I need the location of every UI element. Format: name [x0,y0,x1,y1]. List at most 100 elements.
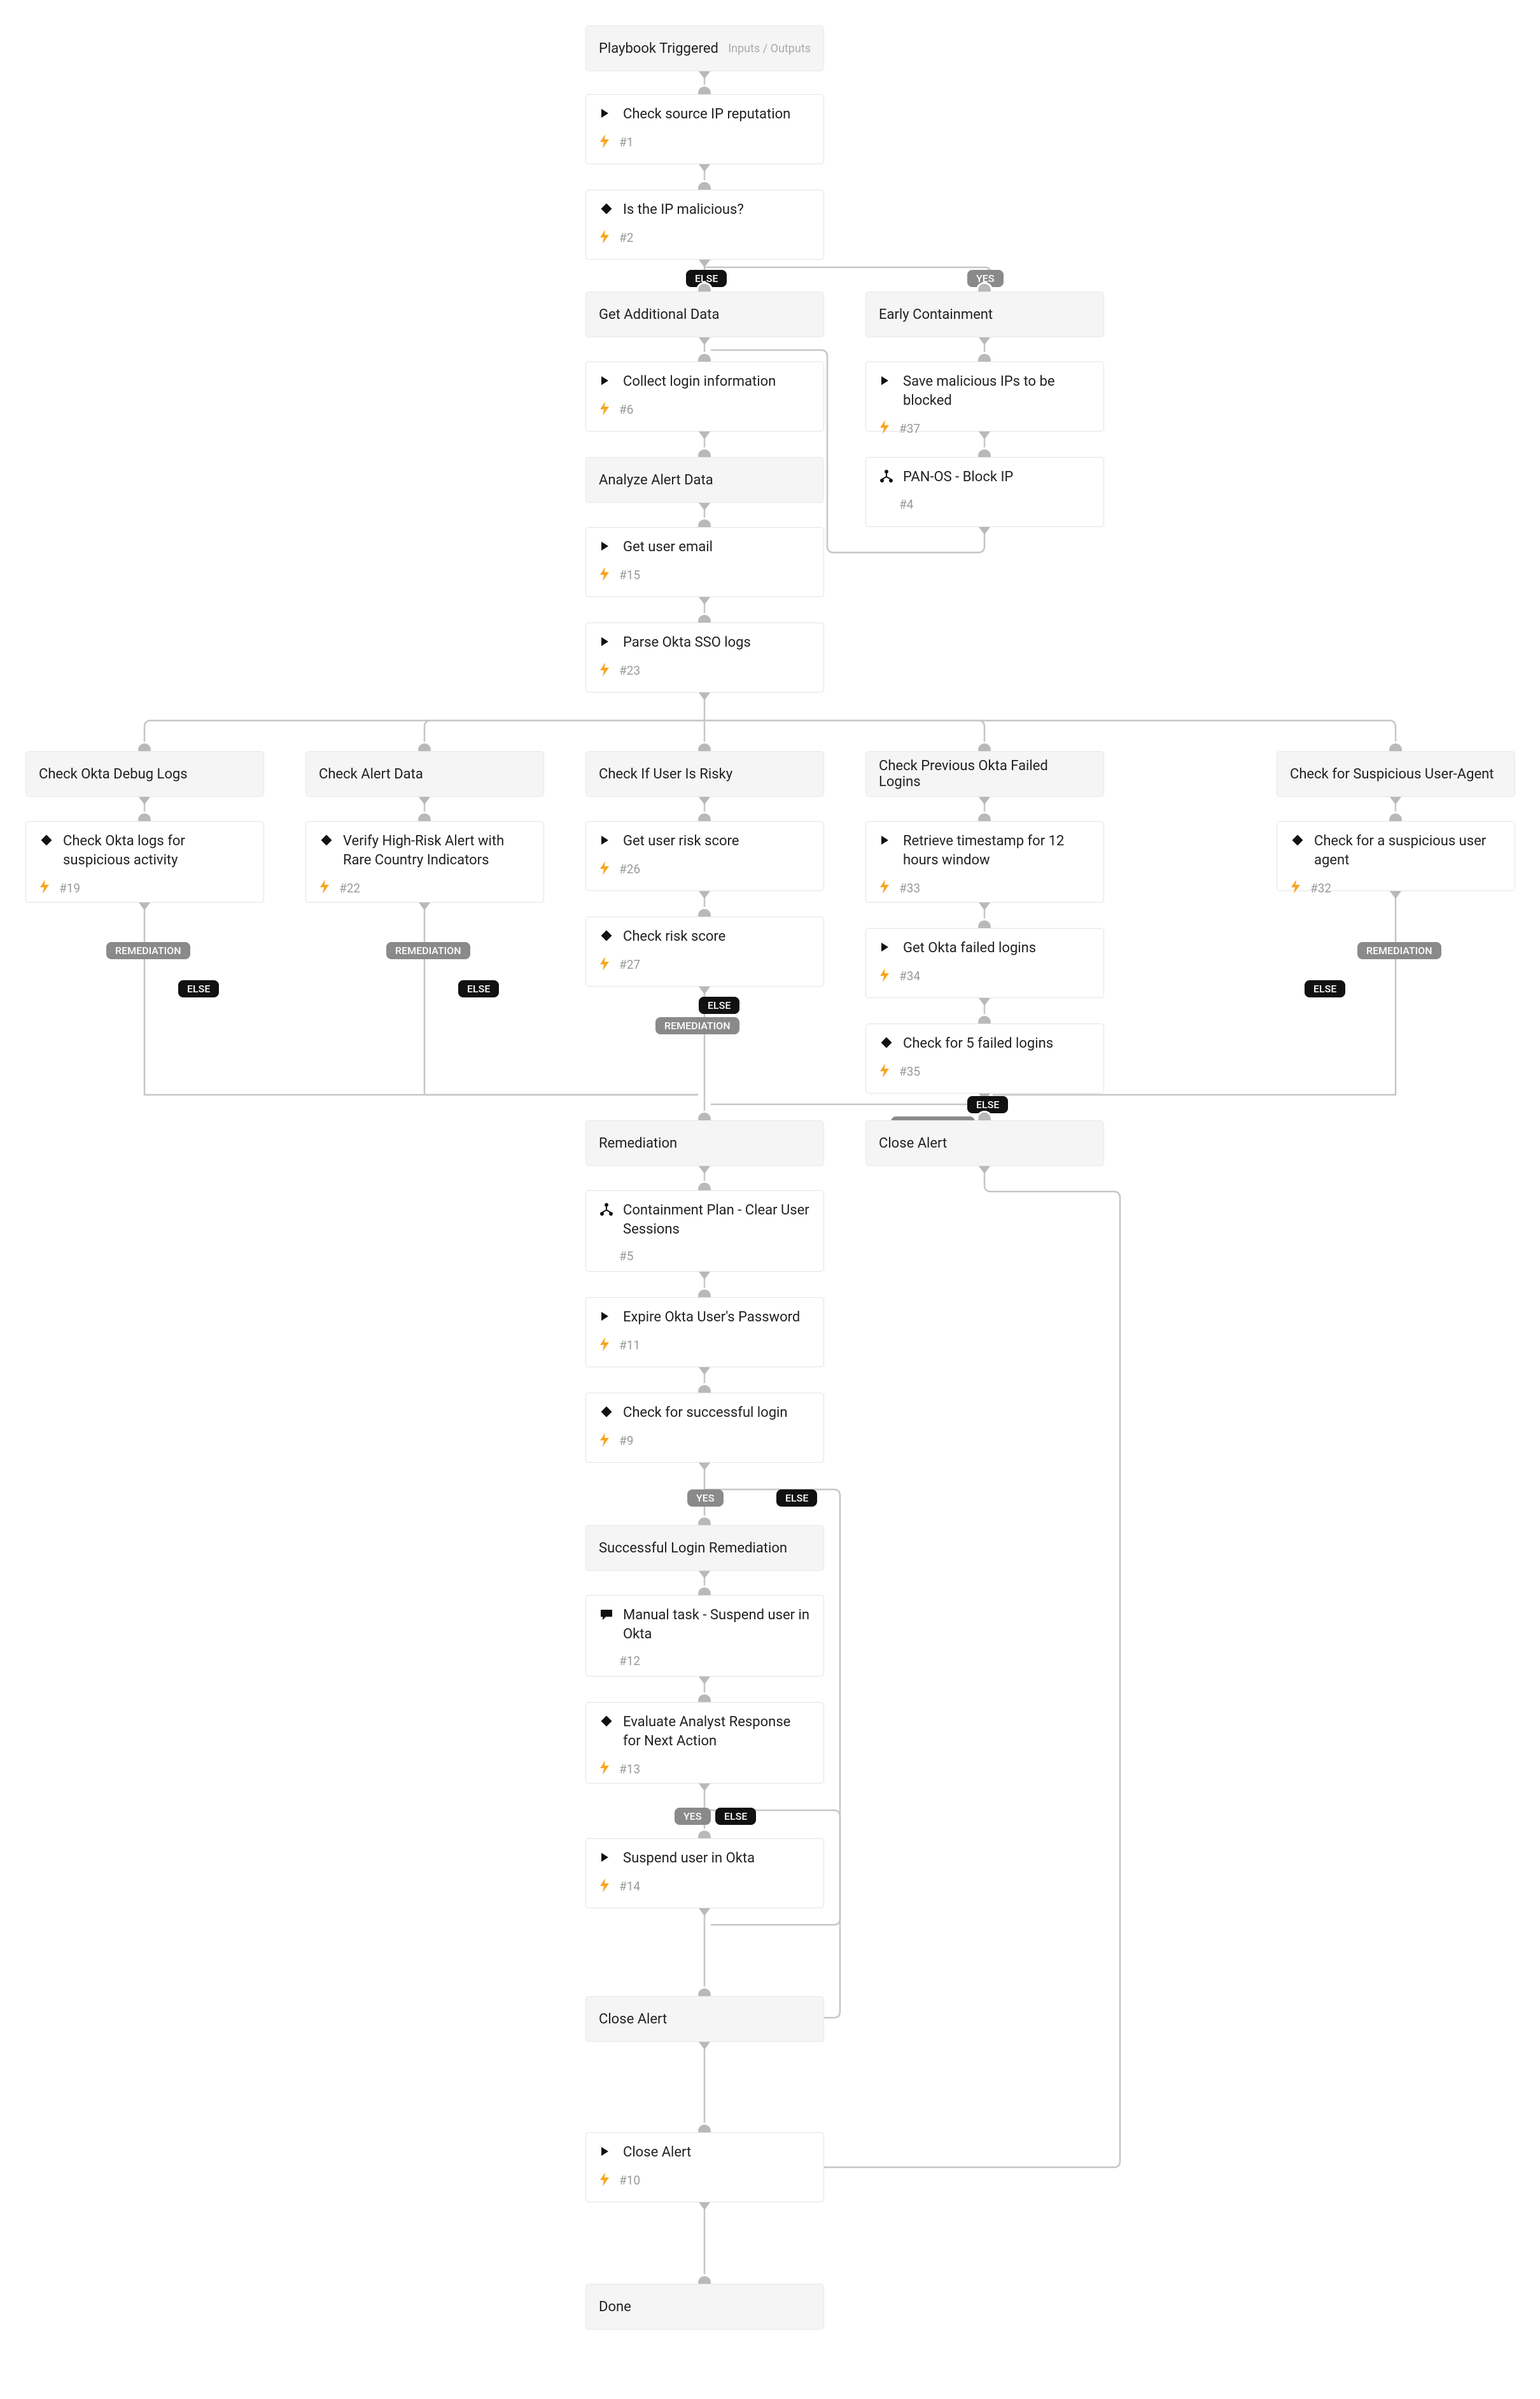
step-check-risk-score[interactable]: Check risk score #27 [585,917,824,987]
step-is-ip-malicious[interactable]: Is the IP malicious? #2 [585,190,824,260]
step-evaluate-analyst[interactable]: Evaluate Analyst Response for Next Actio… [585,1702,824,1783]
port-out [699,1677,710,1684]
chevron-icon [879,939,894,954]
step-manual-suspend[interactable]: Manual task - Suspend user in Okta #12 [585,1595,824,1677]
step-expire-password[interactable]: Expire Okta User's Password #11 [585,1297,824,1367]
step-get-user-email[interactable]: Get user email #15 [585,527,824,597]
step-check-successful-login[interactable]: Check for successful login #9 [585,1393,824,1463]
section-title: Close Alert [879,1136,947,1151]
section-analyze-alert[interactable]: Analyze Alert Data [585,457,824,503]
diamond-icon [599,1404,614,1419]
step-get-failed-logins[interactable]: Get Okta failed logins #34 [865,928,1104,998]
step-check-ip-reputation[interactable]: Check source IP reputation #1 [585,94,824,164]
step-title: Get user email [623,538,811,557]
bolt-icon [599,402,610,418]
bolt-icon [599,2172,610,2189]
section-playbook-triggered[interactable]: Playbook Triggered Inputs / Outputs [585,25,824,71]
port-out [979,1166,990,1174]
section-title: Check Okta Debug Logs [39,766,188,782]
step-title: Check Okta logs for suspicious activity [63,832,251,869]
port-out [979,527,990,535]
port-out [699,891,710,899]
step-id: #5 [619,1249,633,1263]
port-out [1390,891,1401,899]
section-done[interactable]: Done [585,2284,824,2330]
port-out [139,903,150,910]
port-out [699,597,710,605]
chevron-icon [599,538,614,553]
step-check-5-failed[interactable]: Check for 5 failed logins #35 [865,1024,1104,1094]
step-id: #14 [619,1879,640,1894]
section-early-containment[interactable]: Early Containment [865,292,1104,337]
step-id: #32 [1310,881,1331,896]
step-id: #33 [899,881,920,896]
port-out [699,503,710,510]
bolt-icon [599,1878,610,1895]
step-title: Get user risk score [623,832,811,851]
step-get-risk-score[interactable]: Get user risk score #26 [585,821,824,891]
section-success-login[interactable]: Successful Login Remediation [585,1525,824,1571]
port-out [1390,797,1401,805]
badge-else: ELSE [699,997,739,1014]
section-close-alert[interactable]: Close Alert [865,1120,1104,1166]
badge-remediation: REMEDIATION [655,1017,739,1034]
step-id: #10 [619,2173,640,2188]
step-id: #34 [899,969,920,983]
section-suspicious-ua[interactable]: Check for Suspicious User-Agent [1277,751,1515,797]
step-title: Manual task - Suspend user in Okta [623,1606,811,1643]
port-out [699,693,710,700]
bolt-icon [599,567,610,584]
step-containment-plan[interactable]: Containment Plan - Clear User Sessions #… [585,1190,824,1272]
step-title: Close Alert [623,2143,811,2162]
bolt-icon [879,968,890,985]
step-title: Suspend user in Okta [623,1849,811,1868]
step-title: Check for a suspicious user agent [1314,832,1502,869]
step-verify-high-risk[interactable]: Verify High-Risk Alert with Rare Country… [305,821,544,903]
section-title: Get Additional Data [599,307,719,323]
badge-else: ELSE [967,1096,1008,1113]
chevron-icon [599,1308,614,1323]
badge-else: ELSE [715,1808,756,1825]
port-out [979,337,990,345]
section-debug-logs[interactable]: Check Okta Debug Logs [25,751,264,797]
section-close-alert-2[interactable]: Close Alert [585,1996,824,2042]
port-out [699,1571,710,1579]
step-check-okta-logs[interactable]: Check Okta logs for suspicious activity … [25,821,264,903]
port-out [699,164,710,172]
step-close-alert[interactable]: Close Alert #10 [585,2132,824,2202]
chat-icon [599,1606,614,1621]
step-title: Collect login information [623,372,811,391]
diamond-icon [599,201,614,216]
step-suspend-user[interactable]: Suspend user in Okta #14 [585,1838,824,1908]
step-save-malicious-ips[interactable]: Save malicious IPs to be blocked #37 [865,362,1104,432]
step-parse-sso-logs[interactable]: Parse Okta SSO logs #23 [585,623,824,693]
chevron-icon [599,633,614,649]
step-id: #1 [619,135,633,150]
port-out [419,797,430,805]
section-get-additional-data[interactable]: Get Additional Data [585,292,824,337]
port-out [699,71,710,79]
step-title: Save malicious IPs to be blocked [903,372,1091,410]
section-title: Close Alert [599,2011,667,2027]
inputs-outputs-label[interactable]: Inputs / Outputs [728,42,811,55]
section-title: Playbook Triggered [599,41,718,57]
section-user-risky[interactable]: Check If User Is Risky [585,751,824,797]
step-id: #11 [619,1338,640,1353]
step-panos-block-ip[interactable]: PAN-OS - Block IP #4 [865,457,1104,527]
step-title: PAN-OS - Block IP [903,468,1091,487]
port-out [419,903,430,910]
port-out [979,432,990,439]
section-prev-failed[interactable]: Check Previous Okta Failed Logins [865,751,1104,797]
section-remediation[interactable]: Remediation [585,1120,824,1166]
step-title: Parse Okta SSO logs [623,633,811,652]
badge-else: ELSE [458,980,499,997]
section-alert-data[interactable]: Check Alert Data [305,751,544,797]
section-title: Successful Login Remediation [599,1540,787,1556]
port-out [699,1908,710,1916]
step-retrieve-timestamp[interactable]: Retrieve timestamp for 12 hours window #… [865,821,1104,903]
port-out [699,2042,710,2050]
badge-yes: YES [675,1808,711,1825]
step-suspicious-ua[interactable]: Check for a suspicious user agent #32 [1277,821,1515,891]
chevron-icon [599,105,614,120]
step-collect-login-info[interactable]: Collect login information #6 [585,362,824,432]
